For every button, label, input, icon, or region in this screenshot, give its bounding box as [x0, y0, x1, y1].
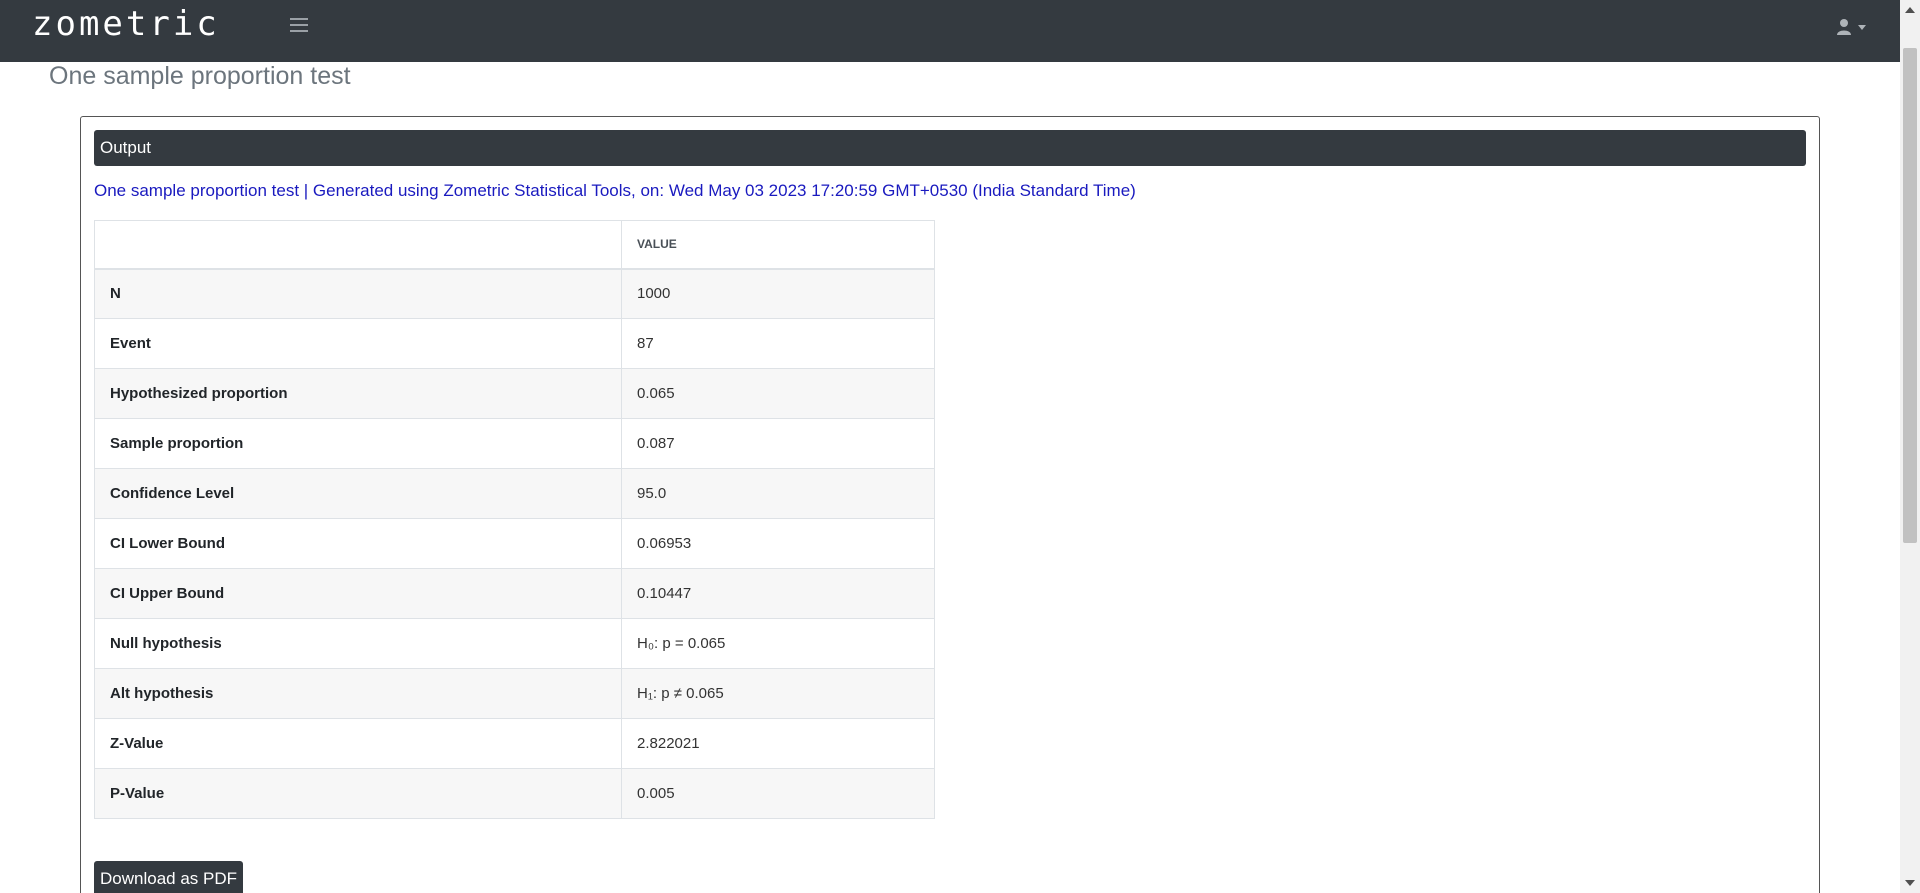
row-label: Sample proportion: [94, 418, 622, 469]
results-table: VALUE N 1000 Event 87 Hypothesized propo…: [94, 220, 935, 819]
row-label: Null hypothesis: [94, 618, 622, 669]
row-label: Z-Value: [94, 718, 622, 769]
row-label: N: [94, 268, 622, 319]
caret-down-icon: [1858, 25, 1866, 30]
row-label: Alt hypothesis: [94, 668, 622, 719]
row-value: 1000: [621, 268, 935, 319]
row-label: CI Lower Bound: [94, 518, 622, 569]
hamburger-menu-icon[interactable]: [290, 18, 308, 34]
table-row: Hypothesized proportion 0.065: [94, 368, 935, 419]
table-row: P-Value 0.005: [94, 768, 935, 819]
vertical-scrollbar[interactable]: [1900, 0, 1920, 893]
table-row: N 1000: [94, 268, 935, 319]
user-menu-button[interactable]: [1836, 16, 1872, 38]
row-label: Event: [94, 318, 622, 369]
row-value: H₁: p ≠ 0.065: [621, 668, 935, 719]
table-row: Sample proportion 0.087: [94, 418, 935, 469]
row-value: 0.065: [621, 368, 935, 419]
page-title: One sample proportion test: [49, 62, 351, 90]
row-value: 0.10447: [621, 568, 935, 619]
table-row: Confidence Level 95.0: [94, 468, 935, 519]
row-value: H₀: p = 0.065: [621, 618, 935, 669]
user-icon: [1837, 19, 1851, 35]
row-value: 0.06953: [621, 518, 935, 569]
app-viewport: zometric One sample proportion test Outp…: [0, 0, 1920, 893]
row-value: 0.087: [621, 418, 935, 469]
row-label: P-Value: [94, 768, 622, 819]
top-navbar: zometric: [0, 0, 1900, 62]
column-header-value: VALUE: [621, 220, 935, 270]
output-card: Output One sample proportion test | Gene…: [80, 116, 1820, 893]
row-label: CI Upper Bound: [94, 568, 622, 619]
scroll-down-arrow-icon[interactable]: [1905, 880, 1915, 886]
table-header-row: VALUE: [94, 220, 935, 270]
row-value: 0.005: [621, 768, 935, 819]
scrollbar-thumb[interactable]: [1903, 48, 1917, 543]
row-label: Confidence Level: [94, 468, 622, 519]
table-row: Event 87: [94, 318, 935, 369]
table-row: Null hypothesis H₀: p = 0.065: [94, 618, 935, 669]
table-row: Z-Value 2.822021: [94, 718, 935, 769]
report-generated-line: One sample proportion test | Generated u…: [94, 181, 1136, 200]
row-value: 87: [621, 318, 935, 369]
column-header-parameter: [94, 220, 622, 270]
row-value: 95.0: [621, 468, 935, 519]
zometric-logo[interactable]: zometric: [32, 4, 220, 44]
scroll-up-arrow-icon[interactable]: [1905, 7, 1915, 13]
row-label: Hypothesized proportion: [94, 368, 622, 419]
row-value: 2.822021: [621, 718, 935, 769]
table-row: CI Lower Bound 0.06953: [94, 518, 935, 569]
table-row: CI Upper Bound 0.10447: [94, 568, 935, 619]
output-header: Output: [94, 130, 1806, 166]
table-row: Alt hypothesis H₁: p ≠ 0.065: [94, 668, 935, 719]
download-pdf-button[interactable]: Download as PDF: [94, 861, 244, 893]
